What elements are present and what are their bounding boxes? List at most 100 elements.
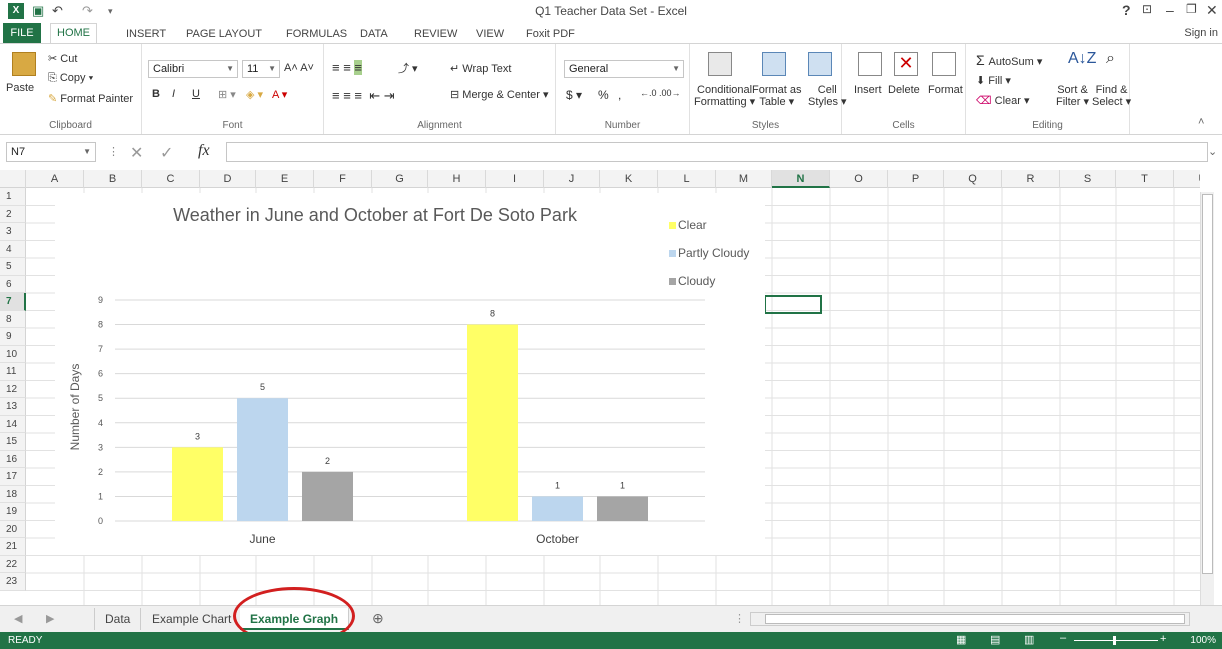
split-handle-icon[interactable]: ⋮ [734,612,745,625]
row-header-5[interactable]: 5 [0,258,26,276]
font-size-select[interactable]: 11 ▼ [242,60,280,78]
wrap-text-button[interactable]: ↵ Wrap Text [450,62,511,75]
column-header-o[interactable]: O [830,170,888,188]
tab-view[interactable]: VIEW [470,25,510,43]
select-all-corner[interactable] [0,170,26,188]
column-header-h[interactable]: H [428,170,486,188]
conditional-formatting-icon[interactable] [708,52,732,76]
column-header-g[interactable]: G [372,170,428,188]
row-header-9[interactable]: 9 [0,328,26,346]
format-cells-icon[interactable] [932,52,956,76]
column-header-p[interactable]: P [888,170,944,188]
column-header-e[interactable]: E [256,170,314,188]
row-header-10[interactable]: 10 [0,345,26,363]
horizontal-scroll-thumb[interactable] [765,614,1185,624]
column-header-d[interactable]: D [200,170,256,188]
format-button[interactable]: Format [928,84,963,96]
minimize-icon[interactable]: – [1166,2,1174,18]
name-box[interactable]: N7 ▼ [6,142,96,162]
vertical-scrollbar[interactable] [1200,192,1214,605]
help-icon[interactable]: ? [1122,2,1131,18]
bar-june-partly-cloudy[interactable] [237,398,288,521]
enter-icon[interactable]: ✓ [160,143,173,163]
cancel-icon[interactable]: ✕ [130,143,143,163]
ribbon-display-icon[interactable]: ⊡ [1142,2,1152,16]
column-header-c[interactable]: C [142,170,200,188]
column-header-t[interactable]: T [1116,170,1174,188]
column-header-b[interactable]: B [84,170,142,188]
decimal-icon[interactable]: ←.0 .00→ [640,88,681,98]
comma-button[interactable]: , [618,88,621,102]
align-left-icon[interactable]: ≡ ≡ ≡ ⇤ ⇥ [332,88,395,104]
restore-icon[interactable]: ❐ [1186,2,1197,16]
delete-cells-icon[interactable]: ✕ [894,52,918,76]
collapse-ribbon-icon[interactable]: ˄ [1198,116,1204,128]
horizontal-scrollbar[interactable] [750,612,1190,626]
find-select-button[interactable]: Find & Select ▾ [1092,84,1131,108]
row-header-22[interactable]: 22 [0,555,26,573]
row-header-12[interactable]: 12 [0,380,26,398]
column-header-l[interactable]: L [658,170,716,188]
active-cell[interactable] [764,295,822,314]
binoculars-icon[interactable]: ⌕ [1106,50,1115,68]
fill-button[interactable]: ⬇ Fill ▾ [976,74,1011,87]
clear-button[interactable]: ⌫ Clear ▾ [976,94,1030,107]
column-chart[interactable]: Weather in June and October at Fort De S… [55,193,765,555]
sheet-tab-data[interactable]: Data [94,608,142,630]
align-top-icon[interactable]: ≡ ≡ ≡ [332,60,362,75]
italic-button[interactable]: I [172,88,175,100]
merge-center-button[interactable]: ⊟ Merge & Center ▾ [450,88,549,101]
next-sheet-icon[interactable]: ▶ [46,612,54,625]
page-break-view-icon[interactable]: ▥ [1024,633,1034,646]
cut-button[interactable]: ✂ Cut [48,52,77,65]
tab-review[interactable]: REVIEW [408,25,463,43]
row-header-11[interactable]: 11 [0,363,26,381]
currency-button[interactable]: $ ▾ [566,88,582,102]
zoom-slider-thumb[interactable] [1113,636,1116,645]
bar-june-cloudy[interactable] [302,471,353,521]
orientation-icon[interactable]: ⤴ ▾ [398,60,418,76]
sort-filter-button[interactable]: Sort & Filter ▾ [1056,84,1089,108]
row-header-1[interactable]: 1 [0,188,26,206]
insert-function-icon[interactable]: fx [198,142,210,160]
font-name-select[interactable]: Calibri ▼ [148,60,238,78]
expand-formula-icon[interactable]: ⌄ [1208,145,1217,158]
autosum-button[interactable]: Σ AutoSum ▾ [976,52,1042,68]
tab-insert[interactable]: INSERT [120,25,172,43]
add-sheet-icon[interactable]: ⊕ [372,610,384,627]
bold-button[interactable]: B [152,88,160,100]
paste-button[interactable]: Paste [6,82,34,94]
normal-view-icon[interactable]: ▦ [956,633,966,646]
row-header-21[interactable]: 21 [0,538,26,556]
row-header-7[interactable]: 7 [0,293,26,311]
row-header-17[interactable]: 17 [0,468,26,486]
column-header-a[interactable]: A [26,170,84,188]
insert-cells-icon[interactable] [858,52,882,76]
tab-file[interactable]: FILE [3,23,41,43]
underline-button[interactable]: U [192,88,200,100]
row-header-6[interactable]: 6 [0,275,26,293]
fill-color-icon[interactable]: ◈ ▾ [246,88,263,101]
zoom-level[interactable]: 100% [1190,635,1216,646]
conditional-formatting-button[interactable]: Conditional Formatting ▾ [694,84,755,108]
prev-sheet-icon[interactable]: ◀ [14,612,22,625]
column-header-m[interactable]: M [716,170,772,188]
row-header-13[interactable]: 13 [0,398,26,416]
bar-october-cloudy[interactable] [597,496,648,521]
delete-button[interactable]: Delete [888,84,920,96]
copy-button[interactable]: ⎘ Copy ▾ [48,72,93,85]
column-header-n[interactable]: N [772,170,830,188]
close-icon[interactable]: ✕ [1206,2,1218,19]
bar-june-clear[interactable] [172,447,223,521]
row-header-8[interactable]: 8 [0,310,26,328]
column-header-j[interactable]: J [544,170,600,188]
column-header-u[interactable]: U [1174,170,1200,188]
column-header-i[interactable]: I [486,170,544,188]
column-header-f[interactable]: F [314,170,372,188]
borders-icon[interactable]: ⊞ ▾ [218,88,236,101]
tab-foxit-pdf[interactable]: Foxit PDF [520,25,581,43]
row-header-15[interactable]: 15 [0,433,26,451]
column-header-q[interactable]: Q [944,170,1002,188]
cell-styles-icon[interactable] [808,52,832,76]
row-header-20[interactable]: 20 [0,520,26,538]
